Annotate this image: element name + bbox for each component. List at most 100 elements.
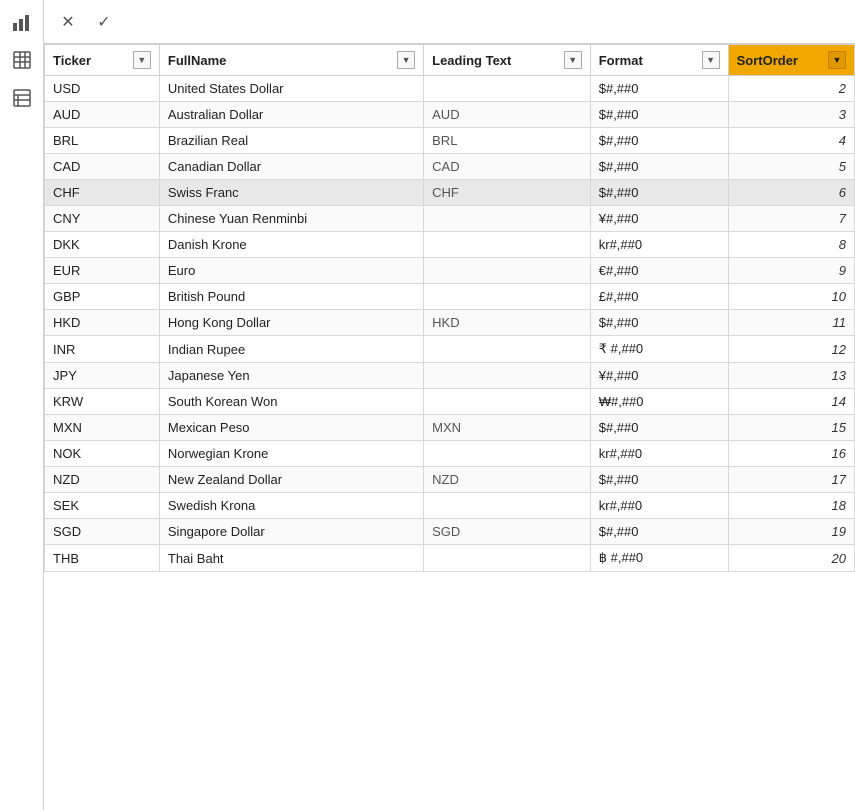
table-row[interactable]: GBPBritish Pound £#,##010 bbox=[45, 284, 855, 310]
table-row[interactable]: BRLBrazilian RealBRL$#,##04 bbox=[45, 128, 855, 154]
cell-fullname: Norwegian Krone bbox=[159, 441, 423, 467]
cell-sortorder: 14 bbox=[728, 389, 854, 415]
close-button[interactable]: ✕ bbox=[52, 6, 84, 38]
cell-ticker: GBP bbox=[45, 284, 160, 310]
cell-fullname: Singapore Dollar bbox=[159, 519, 423, 545]
cell-ticker: CHF bbox=[45, 180, 160, 206]
cell-sortorder: 6 bbox=[728, 180, 854, 206]
cell-ticker: INR bbox=[45, 336, 160, 363]
cell-ticker: KRW bbox=[45, 389, 160, 415]
format-filter-btn[interactable]: ▼ bbox=[702, 51, 720, 69]
cell-sortorder: 19 bbox=[728, 519, 854, 545]
cell-ticker: DKK bbox=[45, 232, 160, 258]
cell-ticker: USD bbox=[45, 76, 160, 102]
cell-fullname: British Pound bbox=[159, 284, 423, 310]
table-row[interactable]: CHFSwiss FrancCHF$#,##06 bbox=[45, 180, 855, 206]
cell-leading bbox=[424, 389, 591, 415]
cell-ticker: NZD bbox=[45, 467, 160, 493]
table-row[interactable]: INRIndian Rupee₹ #,##012 bbox=[45, 336, 855, 363]
col-fullname-label: FullName bbox=[168, 53, 227, 68]
cell-sortorder: 7 bbox=[728, 206, 854, 232]
data-sidebar-icon[interactable] bbox=[4, 80, 40, 116]
table-row[interactable]: THBThai Baht฿ #,##020 bbox=[45, 545, 855, 572]
col-header-format: Format ▼ bbox=[590, 45, 728, 76]
cell-format: $#,##0 bbox=[590, 519, 728, 545]
table-row[interactable]: HKDHong Kong DollarHKD$#,##011 bbox=[45, 310, 855, 336]
cell-sortorder: 18 bbox=[728, 493, 854, 519]
table-row[interactable]: AUDAustralian DollarAUD$#,##03 bbox=[45, 102, 855, 128]
cell-format: $#,##0 bbox=[590, 76, 728, 102]
cell-ticker: JPY bbox=[45, 363, 160, 389]
table-row[interactable]: EUREuro€#,##09 bbox=[45, 258, 855, 284]
table-row[interactable]: USDUnited States Dollar$#,##02 bbox=[45, 76, 855, 102]
cell-format: ¥#,##0 bbox=[590, 206, 728, 232]
cell-sortorder: 17 bbox=[728, 467, 854, 493]
cell-ticker: THB bbox=[45, 545, 160, 572]
cell-sortorder: 3 bbox=[728, 102, 854, 128]
cell-fullname: Australian Dollar bbox=[159, 102, 423, 128]
cell-sortorder: 15 bbox=[728, 415, 854, 441]
cell-fullname: Hong Kong Dollar bbox=[159, 310, 423, 336]
col-leading-label: Leading Text bbox=[432, 53, 511, 68]
fullname-filter-btn[interactable]: ▼ bbox=[397, 51, 415, 69]
table-row[interactable]: SEKSwedish Kronakr#,##018 bbox=[45, 493, 855, 519]
sidebar bbox=[0, 0, 44, 810]
cell-format: $#,##0 bbox=[590, 102, 728, 128]
confirm-button[interactable]: ✓ bbox=[88, 6, 120, 38]
table-container[interactable]: Ticker ▼ FullName ▼ Leading Text ▼ bbox=[44, 44, 855, 810]
sortorder-filter-btn[interactable]: ▼ bbox=[828, 51, 846, 69]
cell-format: £#,##0 bbox=[590, 284, 728, 310]
cell-format: ¥#,##0 bbox=[590, 363, 728, 389]
cell-leading bbox=[424, 284, 591, 310]
cell-format: $#,##0 bbox=[590, 128, 728, 154]
cell-sortorder: 9 bbox=[728, 258, 854, 284]
cell-leading bbox=[424, 493, 591, 519]
table-row[interactable]: CADCanadian DollarCAD$#,##05 bbox=[45, 154, 855, 180]
table-row[interactable]: NOKNorwegian Kronekr#,##016 bbox=[45, 441, 855, 467]
table-row[interactable]: KRWSouth Korean Won ₩#,##014 bbox=[45, 389, 855, 415]
col-ticker-label: Ticker bbox=[53, 53, 91, 68]
cell-leading: BRL bbox=[424, 128, 591, 154]
cell-format: ₩#,##0 bbox=[590, 389, 728, 415]
table-row[interactable]: CNYChinese Yuan Renminbi¥#,##07 bbox=[45, 206, 855, 232]
ticker-filter-btn[interactable]: ▼ bbox=[133, 51, 151, 69]
cell-leading bbox=[424, 258, 591, 284]
cell-format: $#,##0 bbox=[590, 415, 728, 441]
cell-format: ฿ #,##0 bbox=[590, 545, 728, 572]
cell-fullname: Canadian Dollar bbox=[159, 154, 423, 180]
cell-fullname: Swedish Krona bbox=[159, 493, 423, 519]
cell-format: $#,##0 bbox=[590, 310, 728, 336]
cell-leading bbox=[424, 336, 591, 363]
cell-fullname: South Korean Won bbox=[159, 389, 423, 415]
cell-sortorder: 16 bbox=[728, 441, 854, 467]
cell-fullname: Euro bbox=[159, 258, 423, 284]
table-row[interactable]: MXNMexican PesoMXN$#,##015 bbox=[45, 415, 855, 441]
cell-leading: CHF bbox=[424, 180, 591, 206]
cell-format: $#,##0 bbox=[590, 467, 728, 493]
main-area: ✕ ✓ Ticker ▼ bbox=[44, 0, 855, 810]
cell-leading: HKD bbox=[424, 310, 591, 336]
cell-fullname: Brazilian Real bbox=[159, 128, 423, 154]
cell-leading bbox=[424, 545, 591, 572]
cell-leading bbox=[424, 76, 591, 102]
leading-filter-btn[interactable]: ▼ bbox=[564, 51, 582, 69]
col-header-fullname: FullName ▼ bbox=[159, 45, 423, 76]
cell-fullname: Indian Rupee bbox=[159, 336, 423, 363]
cell-fullname: Thai Baht bbox=[159, 545, 423, 572]
cell-sortorder: 10 bbox=[728, 284, 854, 310]
table-row[interactable]: NZDNew Zealand DollarNZD$#,##017 bbox=[45, 467, 855, 493]
table-row[interactable]: JPYJapanese Yen¥#,##013 bbox=[45, 363, 855, 389]
cell-fullname: Mexican Peso bbox=[159, 415, 423, 441]
cell-fullname: Danish Krone bbox=[159, 232, 423, 258]
cell-sortorder: 4 bbox=[728, 128, 854, 154]
table-row[interactable]: DKKDanish Kronekr#,##08 bbox=[45, 232, 855, 258]
cell-ticker: BRL bbox=[45, 128, 160, 154]
cell-ticker: MXN bbox=[45, 415, 160, 441]
table-row[interactable]: SGDSingapore DollarSGD$#,##019 bbox=[45, 519, 855, 545]
cell-sortorder: 11 bbox=[728, 310, 854, 336]
chart-sidebar-icon[interactable] bbox=[4, 4, 40, 40]
cell-sortorder: 2 bbox=[728, 76, 854, 102]
cell-ticker: NOK bbox=[45, 441, 160, 467]
cell-sortorder: 13 bbox=[728, 363, 854, 389]
table-sidebar-icon[interactable] bbox=[4, 42, 40, 78]
